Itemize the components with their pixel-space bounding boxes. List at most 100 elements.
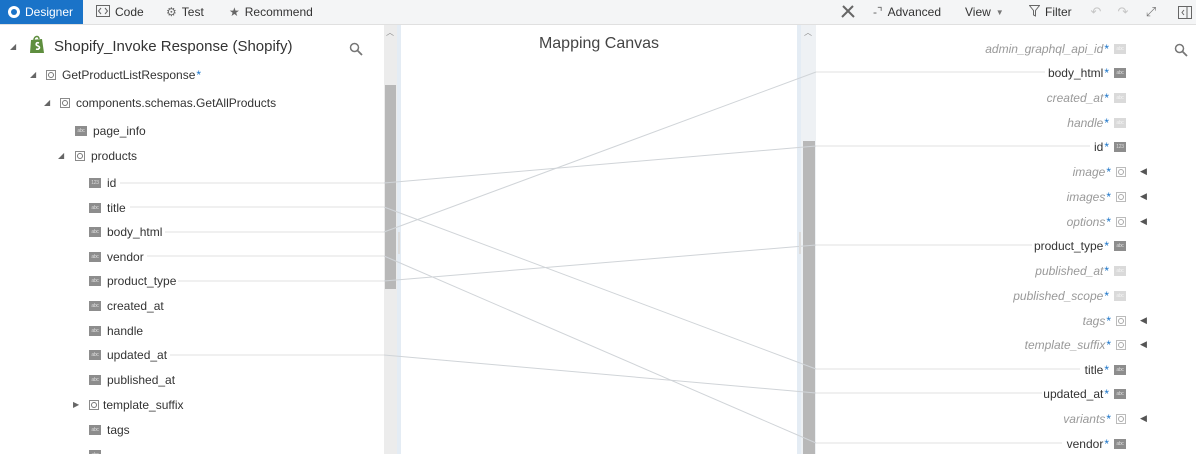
code-icon [96,4,110,20]
tab-code[interactable]: Code [96,0,144,24]
tree-field-label: handle [107,324,144,338]
canvas-title: Mapping Canvas [538,35,660,52]
text-field-icon: abc [89,276,101,286]
text-field-icon: abc [1114,439,1126,449]
target-field[interactable]: title * abc [816,360,1126,380]
list-object-icon [1116,316,1126,326]
undo-icon[interactable]: ↶ [1087,3,1105,21]
target-field[interactable]: product_type * abc [816,236,1126,256]
expand-left-icon[interactable]: ◀ [1140,166,1147,177]
scrollbar-thumb[interactable] [385,85,396,289]
tree-root[interactable]: Shopify_Invoke Response (Shopify) [28,35,292,56]
target-field-label: vendor [1066,437,1104,451]
text-field-icon: abc [1114,266,1126,276]
scroll-up-icon[interactable]: ︿ [804,27,812,38]
target-field[interactable]: handle * abc [816,113,1126,133]
text-field-icon: abc [89,425,101,435]
tree-node-schema[interactable]: components.schemas.GetAllProducts [60,93,276,113]
tree-field[interactable]: abc published_at [89,370,175,390]
tree-field[interactable]: abc title [89,198,126,218]
collapse-triangle-icon[interactable]: ◢ [58,151,64,160]
tree-node-products[interactable]: products [75,146,137,166]
scrollbar-thumb[interactable] [803,141,815,454]
expand-left-icon[interactable]: ◀ [1140,413,1147,424]
collapse-triangle-icon[interactable]: ◢ [44,98,50,107]
tree-field-label: created_at [107,299,164,313]
tree-node-page-info[interactable]: abc page_info [75,121,146,141]
expand-icon[interactable]: ⤢ [1142,3,1160,21]
object-icon [1116,167,1126,177]
tree-field[interactable]: abc product_type [89,271,176,291]
target-field[interactable]: admin_graphql_api_id * abc [816,39,1126,59]
target-field-label: handle [1067,116,1104,130]
gear-icon: ⚙ [166,5,177,19]
text-field-icon: abc [1114,93,1126,103]
target-field[interactable]: images * [816,187,1126,207]
search-icon[interactable] [349,42,363,59]
expand-left-icon[interactable]: ◀ [1140,191,1147,202]
target-field[interactable]: template_suffix * [816,335,1126,355]
target-field[interactable]: variants * [816,409,1126,429]
target-field[interactable]: tags * [816,311,1126,331]
redo-icon[interactable]: ↷ [1114,3,1132,21]
text-field-icon: abc [89,350,101,360]
tab-test[interactable]: ⚙ Test [166,0,204,24]
tree-node-response[interactable]: GetProductListResponse * [46,65,201,85]
tree-field[interactable]: abc body_html [89,222,162,242]
object-icon [1116,414,1126,424]
tree-node-schema-label: components.schemas.GetAllProducts [76,96,277,110]
tree-field[interactable]: abc updated_at [89,345,167,365]
view-dropdown[interactable]: View ▼ [965,0,1004,24]
search-icon[interactable] [1174,43,1188,60]
object-icon [1116,340,1126,350]
target-field-label: published_at [1035,264,1104,278]
target-field[interactable]: vendor * abc [816,434,1126,454]
target-field[interactable]: body_html * abc [816,63,1126,83]
target-field[interactable]: updated_at * abc [816,384,1126,404]
scroll-up-icon[interactable]: ︿ [386,27,394,38]
filter-button[interactable]: Filter [1028,0,1072,24]
tree-field[interactable]: template_suffix [89,395,184,415]
tree-field[interactable]: abc vendor [89,247,144,267]
tree-field-label: tags [107,423,130,437]
target-field-label: id [1093,140,1104,154]
source-scrollbar[interactable]: ︿ [384,25,397,454]
object-icon [46,70,56,80]
target-field[interactable]: published_at * abc [816,261,1126,281]
list-object-icon [1116,192,1126,202]
target-scrollbar[interactable]: ︿ [801,25,816,454]
tree-field[interactable]: 123 id [89,173,116,193]
target-field-label: options [1066,215,1106,229]
target-tree: admin_graphql_api_id * abc body_html * abc c… [816,25,1196,454]
object-icon [1116,217,1126,227]
target-field[interactable]: image * [816,162,1126,182]
target-field[interactable]: id * 123 [816,137,1126,157]
chevron-down-icon: ▼ [995,7,1004,17]
tree-node-page-info-label: page_info [93,124,146,138]
target-field-label: tags [1082,314,1106,328]
number-field-icon: 123 [1114,142,1126,152]
target-field[interactable]: options * [816,212,1126,232]
expand-triangle-icon[interactable]: ▶ [73,400,79,409]
target-field[interactable]: created_at * abc [816,88,1126,108]
advanced-button[interactable]: -⌝ Advanced [873,0,941,24]
source-tree: ◢ Shopify_Invoke Response (Shopify) ◢ Ge… [0,25,384,454]
collapse-triangle-icon[interactable]: ◢ [30,70,36,79]
tree-field[interactable]: abc handle [89,321,143,341]
mapping-canvas[interactable]: Mapping Canvas [397,25,801,454]
text-field-icon: abc [1114,68,1126,78]
expand-left-icon[interactable]: ◀ [1140,216,1147,227]
target-field[interactable]: published_scope * abc [816,286,1126,306]
tools-icon[interactable] [839,3,857,21]
tab-recommend[interactable]: ★ Recommend [229,0,313,24]
text-field-icon: abc [1114,241,1126,251]
collapse-triangle-icon[interactable]: ◢ [10,42,16,51]
expand-left-icon[interactable]: ◀ [1140,339,1147,350]
expand-left-icon[interactable]: ◀ [1140,315,1147,326]
text-field-icon: abc [1114,389,1126,399]
object-icon [60,98,70,108]
tree-field[interactable]: abc tags [89,420,130,440]
panel-toggle-icon[interactable] [1176,3,1194,21]
tree-field[interactable]: abc created_at [89,296,164,316]
tab-designer[interactable]: Designer [0,0,84,24]
